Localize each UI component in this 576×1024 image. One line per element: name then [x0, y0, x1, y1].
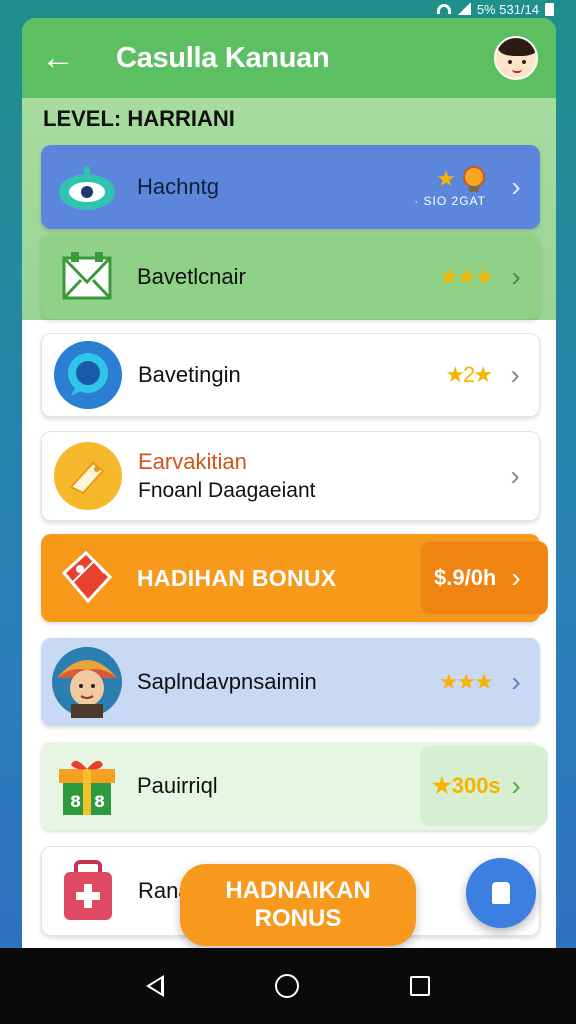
lightbulb-icon	[463, 166, 485, 193]
chevron-right-icon: ›	[510, 359, 520, 390]
star-icon: ★	[436, 165, 456, 191]
chevron-right-icon: ›	[511, 770, 521, 801]
character-avatar-icon	[51, 646, 123, 718]
chevron-right-icon: ›	[511, 261, 521, 292]
system-nav-bar	[0, 948, 576, 1024]
list-item-hachntg[interactable]: Hachntg ★ · SIO 2GAT ›	[41, 145, 540, 229]
price-tag-icon	[51, 542, 123, 614]
nav-back-icon[interactable]	[145, 975, 164, 997]
list-item-earvakitian[interactable]: Earvakitian Fnoanl Daagaeiant ›	[41, 431, 540, 521]
arrow-left-icon: ←	[41, 38, 75, 77]
list-item-label: Pauirriql	[137, 773, 218, 798]
rating-stars: ★★★	[438, 669, 494, 694]
gift-box-icon: 8 8	[51, 750, 123, 822]
back-button[interactable]: ←	[40, 38, 76, 77]
app-frame: ← Casulla Kanuan LEVEL: HARRIANI Hachntg	[22, 18, 556, 950]
svg-text:8: 8	[70, 792, 81, 811]
bonus-row[interactable]: HADIHAN BONUX $.9/0h ›	[41, 534, 548, 622]
signal-icon	[456, 3, 471, 15]
status-text: 5% 531/14	[476, 1, 539, 17]
chevron-right-icon: ›	[511, 562, 521, 593]
list-item-label: Hachntg	[137, 174, 219, 199]
hand-tag-icon	[52, 440, 124, 512]
rating-stars: ★2★	[445, 362, 493, 387]
lamp-badge: ★ · SIO 2GAT	[414, 166, 486, 208]
bonus-button[interactable]: HADNAIKAN RONUS	[180, 864, 416, 946]
level-label: LEVEL: HARRIANI	[43, 106, 235, 131]
bonus-amount: $.9/0h	[420, 541, 548, 615]
list-item-label: Bavetlcnair	[137, 264, 246, 289]
top-bar: ← Casulla Kanuan	[22, 18, 556, 98]
list-item-bavetlcnair[interactable]: Bavetlcnair ★★★ ›	[41, 235, 540, 319]
floating-action-button[interactable]	[466, 858, 536, 928]
page-title: Casulla Kanuan	[116, 41, 330, 74]
list-item-label: Bavetingin	[138, 362, 241, 387]
list-item-bavetingin[interactable]: Bavetingin ★2★ ›	[41, 333, 540, 417]
nav-recents-icon[interactable]	[410, 976, 431, 996]
list-item-label: Saplndavpnsaimin	[137, 669, 317, 694]
rating-stars: ★★★	[438, 264, 494, 289]
points-amount: ★300s	[420, 746, 548, 826]
bonus-label: HADIHAN BONUX	[137, 564, 337, 591]
svg-text:8: 8	[94, 792, 105, 811]
nav-home-icon[interactable]	[274, 974, 299, 998]
list-item-saplndavpnsaimin[interactable]: Saplndavpnsaimin ★★★ ›	[41, 638, 540, 726]
avatar[interactable]	[494, 36, 538, 80]
eye-robot-icon	[51, 151, 123, 223]
chevron-right-icon: ›	[511, 666, 521, 697]
chat-bubble-icon	[52, 339, 124, 411]
envelope-chart-icon	[51, 241, 123, 313]
list-item-pauirriql[interactable]: 8 8 Pauirriql ★300s ›	[41, 742, 548, 830]
document-icon	[492, 882, 510, 904]
chevron-right-icon: ›	[510, 460, 520, 491]
list-item-subtitle: Fnoanl Daagaeiant	[138, 479, 316, 502]
battery-icon	[545, 2, 554, 16]
first-aid-kit-icon	[52, 855, 124, 927]
chevron-right-icon: ›	[511, 171, 521, 202]
status-bar: 5% 531/14	[0, 0, 576, 18]
list-item-title: Earvakitian	[138, 449, 247, 474]
wifi-icon	[436, 4, 451, 14]
badge-subtext: · SIO 2GAT	[414, 194, 486, 209]
